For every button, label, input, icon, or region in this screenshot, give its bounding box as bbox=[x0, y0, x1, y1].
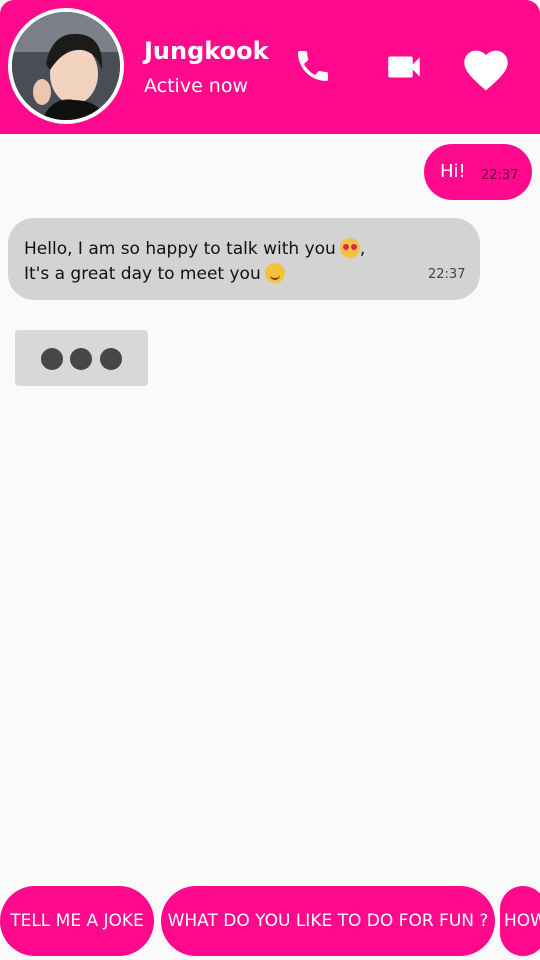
contact-name: Jungkook bbox=[144, 37, 269, 65]
typing-dot bbox=[41, 348, 63, 370]
suggestion-what-do-you-like[interactable]: WHAT DO YOU LIKE TO DO FOR FUN ? bbox=[161, 886, 495, 956]
message-time: 22:37 bbox=[481, 168, 519, 183]
suggestion-how[interactable]: HOW bbox=[500, 886, 540, 956]
incoming-message[interactable]: Hello, I am so happy to talk with you, I… bbox=[8, 218, 480, 300]
smiling-emoji bbox=[264, 263, 285, 283]
message-line-1-suffix: , bbox=[359, 239, 366, 259]
contact-avatar[interactable] bbox=[8, 8, 124, 124]
heart-eyes-emoji bbox=[339, 238, 360, 258]
message-line-1: Hello, I am so happy to talk with you, bbox=[24, 238, 365, 259]
typing-dot bbox=[100, 348, 122, 370]
message-line-2: It's a great day to meet you bbox=[24, 263, 285, 284]
message-text-line-1: Hello, I am so happy to talk with you bbox=[24, 239, 336, 259]
suggestion-tell-me-a-joke[interactable]: TELL ME A JOKE bbox=[0, 886, 154, 956]
phone-icon[interactable] bbox=[293, 46, 333, 86]
presence-status: Active now bbox=[144, 75, 249, 97]
video-camera-icon[interactable] bbox=[383, 46, 425, 88]
message-text-line-2: It's a great day to meet you bbox=[24, 264, 261, 284]
heart-icon[interactable] bbox=[460, 44, 512, 92]
typing-dot bbox=[70, 348, 92, 370]
typing-indicator bbox=[15, 330, 148, 386]
avatar-photo bbox=[12, 12, 120, 120]
chat-header: Jungkook Active now bbox=[0, 0, 540, 134]
outgoing-message[interactable]: Hi! 22:37 bbox=[424, 144, 532, 200]
message-text: Hi! bbox=[440, 161, 466, 182]
message-time: 22:37 bbox=[428, 267, 466, 282]
